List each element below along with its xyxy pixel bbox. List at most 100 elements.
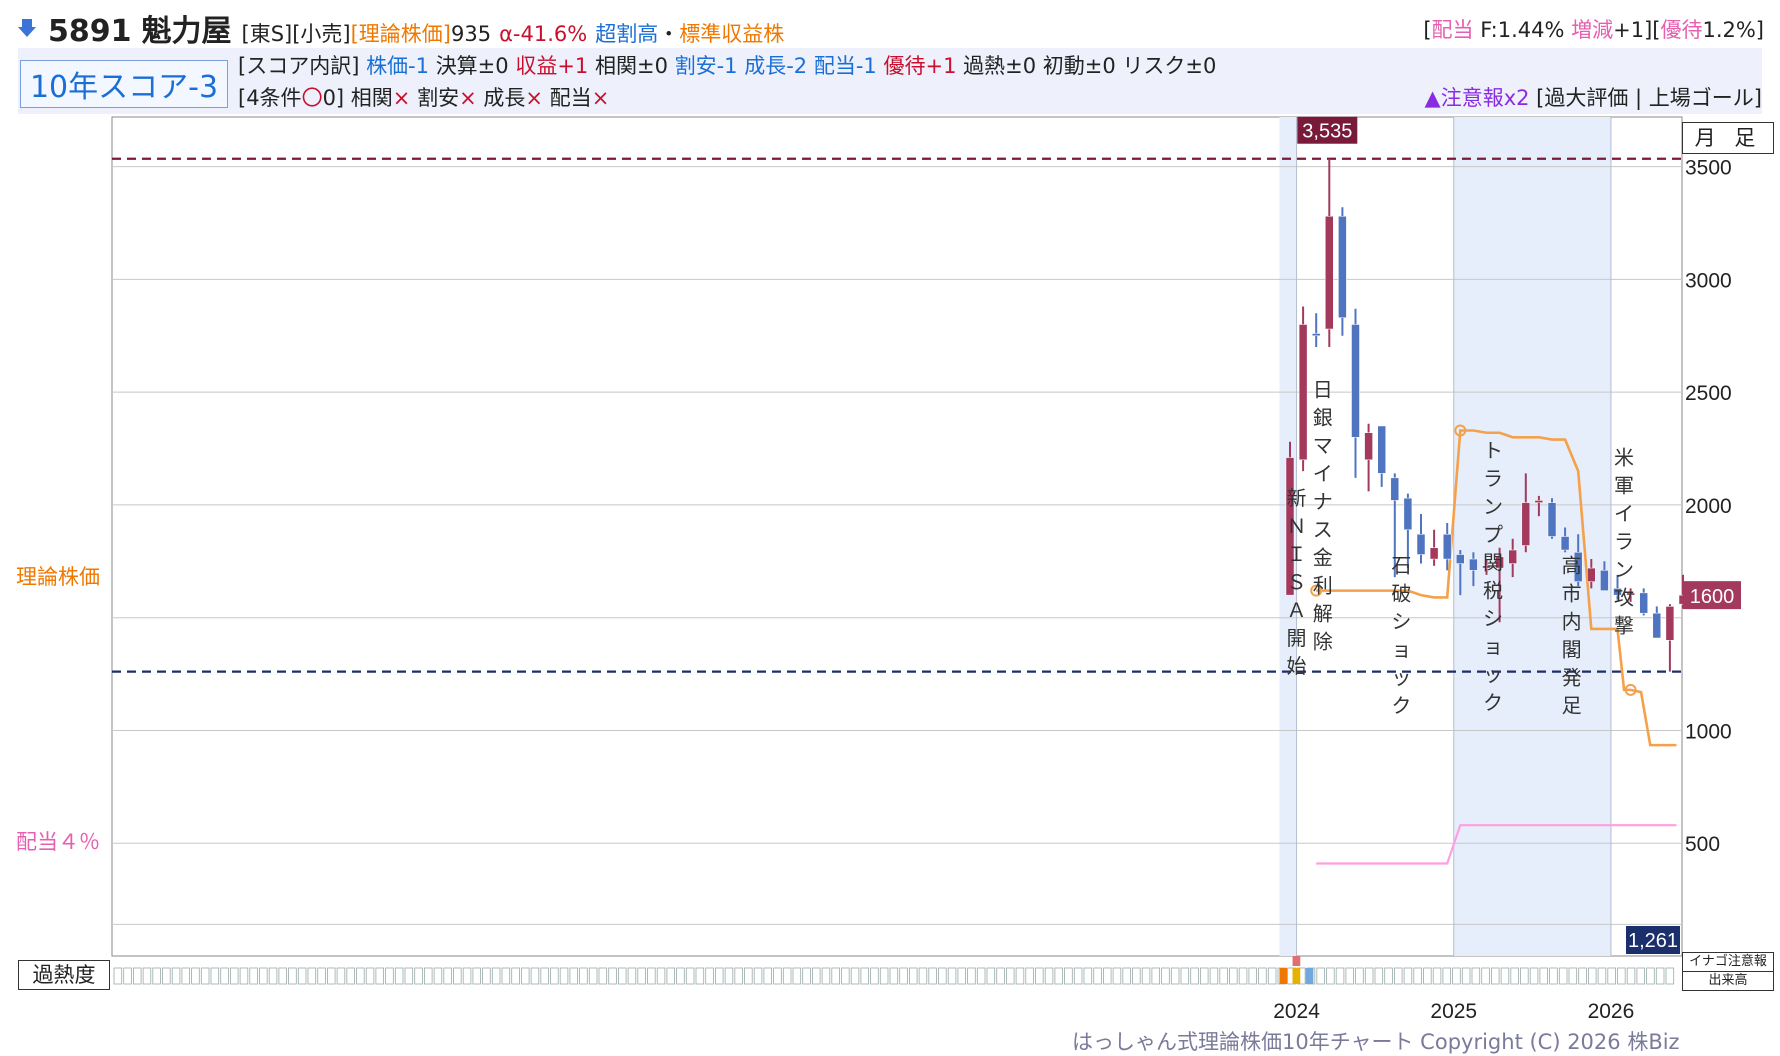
overheat-cell xyxy=(200,967,210,985)
event-char: イ xyxy=(1313,462,1333,486)
overheat-cell xyxy=(268,967,278,985)
overheat-cell xyxy=(1161,967,1170,985)
overheat-cell xyxy=(191,967,200,985)
overheat-strip xyxy=(113,956,1675,985)
event-char: 米 xyxy=(1614,445,1634,469)
overheat-cell xyxy=(1539,967,1549,985)
copyright: はっしゃん式理論株価10年チャート Copyright (C) 2026 株Bi… xyxy=(1072,1030,1680,1054)
overheat-cell xyxy=(637,967,646,985)
overheat-cell xyxy=(996,967,1005,985)
overheat-cell xyxy=(1588,967,1597,985)
event-char: 内 xyxy=(1562,610,1582,634)
overheat-cell xyxy=(142,967,152,985)
overheat-cell xyxy=(821,967,831,985)
y-tick-label: 1000 xyxy=(1685,720,1732,743)
inago-alert-label: イナゴ注意報 xyxy=(1682,952,1774,972)
event-char: 利 xyxy=(1313,574,1333,598)
overheat-cell xyxy=(501,967,511,985)
overheat-cell xyxy=(792,967,802,985)
overheat-cell xyxy=(763,967,773,985)
event-char: Ｎ xyxy=(1287,514,1307,538)
overheat-cell xyxy=(1500,967,1510,985)
candle-body xyxy=(1364,432,1373,461)
overheat-cell xyxy=(1626,967,1636,985)
overheat-cell xyxy=(588,967,598,985)
event-char: 銀 xyxy=(1313,406,1333,430)
overheat-cell xyxy=(394,967,404,985)
event-annotation: 米軍イラン攻撃 xyxy=(1614,445,1634,637)
overheat-cell xyxy=(375,967,384,985)
overheat-cell xyxy=(1335,967,1345,985)
candle-body xyxy=(1600,570,1609,591)
candle-body xyxy=(1298,324,1308,461)
overheat-cell xyxy=(598,967,608,985)
overheat-cell xyxy=(1549,967,1558,985)
overheat-cell xyxy=(453,967,462,985)
overheat-cell xyxy=(249,967,258,985)
overheat-cell xyxy=(346,967,355,985)
x-tick-label: 2026 xyxy=(1588,1000,1635,1023)
overheat-cell xyxy=(812,967,821,985)
overheat-cell xyxy=(1355,967,1364,985)
candle-body xyxy=(1639,592,1648,614)
overheat-cell xyxy=(307,967,317,985)
candle xyxy=(1338,207,1347,336)
overheat-cell xyxy=(1025,967,1034,985)
candle xyxy=(1298,306,1308,472)
candle-body xyxy=(1469,558,1478,571)
event-char: 始 xyxy=(1287,654,1307,678)
overheat-cell xyxy=(744,967,753,985)
overheat-cell xyxy=(1636,967,1646,985)
event-char: ン xyxy=(1614,557,1634,581)
event-char: 解 xyxy=(1313,602,1333,626)
overheat-cell xyxy=(1064,967,1073,985)
x-tick-label: 2025 xyxy=(1430,1000,1477,1023)
overheat-cell xyxy=(860,967,870,985)
overheat-cell xyxy=(1093,967,1102,985)
overheat-cell xyxy=(976,967,986,985)
overheat-cell xyxy=(162,967,171,985)
candle-body xyxy=(1652,612,1662,639)
event-char: 撃 xyxy=(1614,613,1634,637)
overheat-cell xyxy=(152,967,161,985)
overheat-cell xyxy=(423,967,433,985)
event-char: ナ xyxy=(1313,490,1333,514)
event-char: 石 xyxy=(1391,554,1411,578)
theory-price-axis-label: 理論株価 xyxy=(16,565,100,589)
y-tick-label: 2500 xyxy=(1685,382,1732,405)
overheat-cell xyxy=(909,967,918,985)
overheat-cell xyxy=(1607,967,1616,985)
overheat-cell xyxy=(618,967,627,985)
overheat-cell xyxy=(676,967,685,985)
event-char: マ xyxy=(1313,434,1333,458)
candle-body xyxy=(1377,425,1386,474)
event-char: イ xyxy=(1614,501,1634,525)
overheat-cell xyxy=(259,967,268,985)
event-char: ク xyxy=(1483,691,1503,715)
y-tick-label: 3500 xyxy=(1685,157,1732,180)
overheat-cell-active xyxy=(1292,968,1301,984)
overheat-cell xyxy=(1403,967,1413,985)
y-tick-label: 2000 xyxy=(1685,495,1732,518)
overheat-cell xyxy=(1655,967,1665,985)
overheat-cell xyxy=(1083,967,1093,985)
event-char: ン xyxy=(1483,495,1503,519)
event-char: Ｉ xyxy=(1287,542,1307,566)
candle-body xyxy=(1351,324,1360,438)
overheat-label: 過熱度 xyxy=(18,960,110,990)
event-char: 関 xyxy=(1483,551,1503,575)
overheat-cell xyxy=(1510,967,1519,985)
overheat-cell xyxy=(491,967,501,985)
overheat-cell xyxy=(957,967,967,985)
price-chart: 新ＮＩＳＡ開始日銀マイナス金利解除石破ショックトランプ関税ショック高市内閣発足米… xyxy=(111,116,1741,1023)
overheat-cell xyxy=(1471,967,1481,985)
period-selector[interactable]: 月 足 xyxy=(1682,122,1774,154)
overheat-cell xyxy=(1394,967,1403,985)
event-char: ョ xyxy=(1483,635,1503,659)
candle-body xyxy=(1665,606,1675,641)
overheat-cell xyxy=(559,967,569,985)
overheat-cell xyxy=(482,967,491,985)
overheat-cell xyxy=(433,967,443,985)
overheat-cell xyxy=(967,967,976,985)
overheat-cell xyxy=(414,967,423,985)
